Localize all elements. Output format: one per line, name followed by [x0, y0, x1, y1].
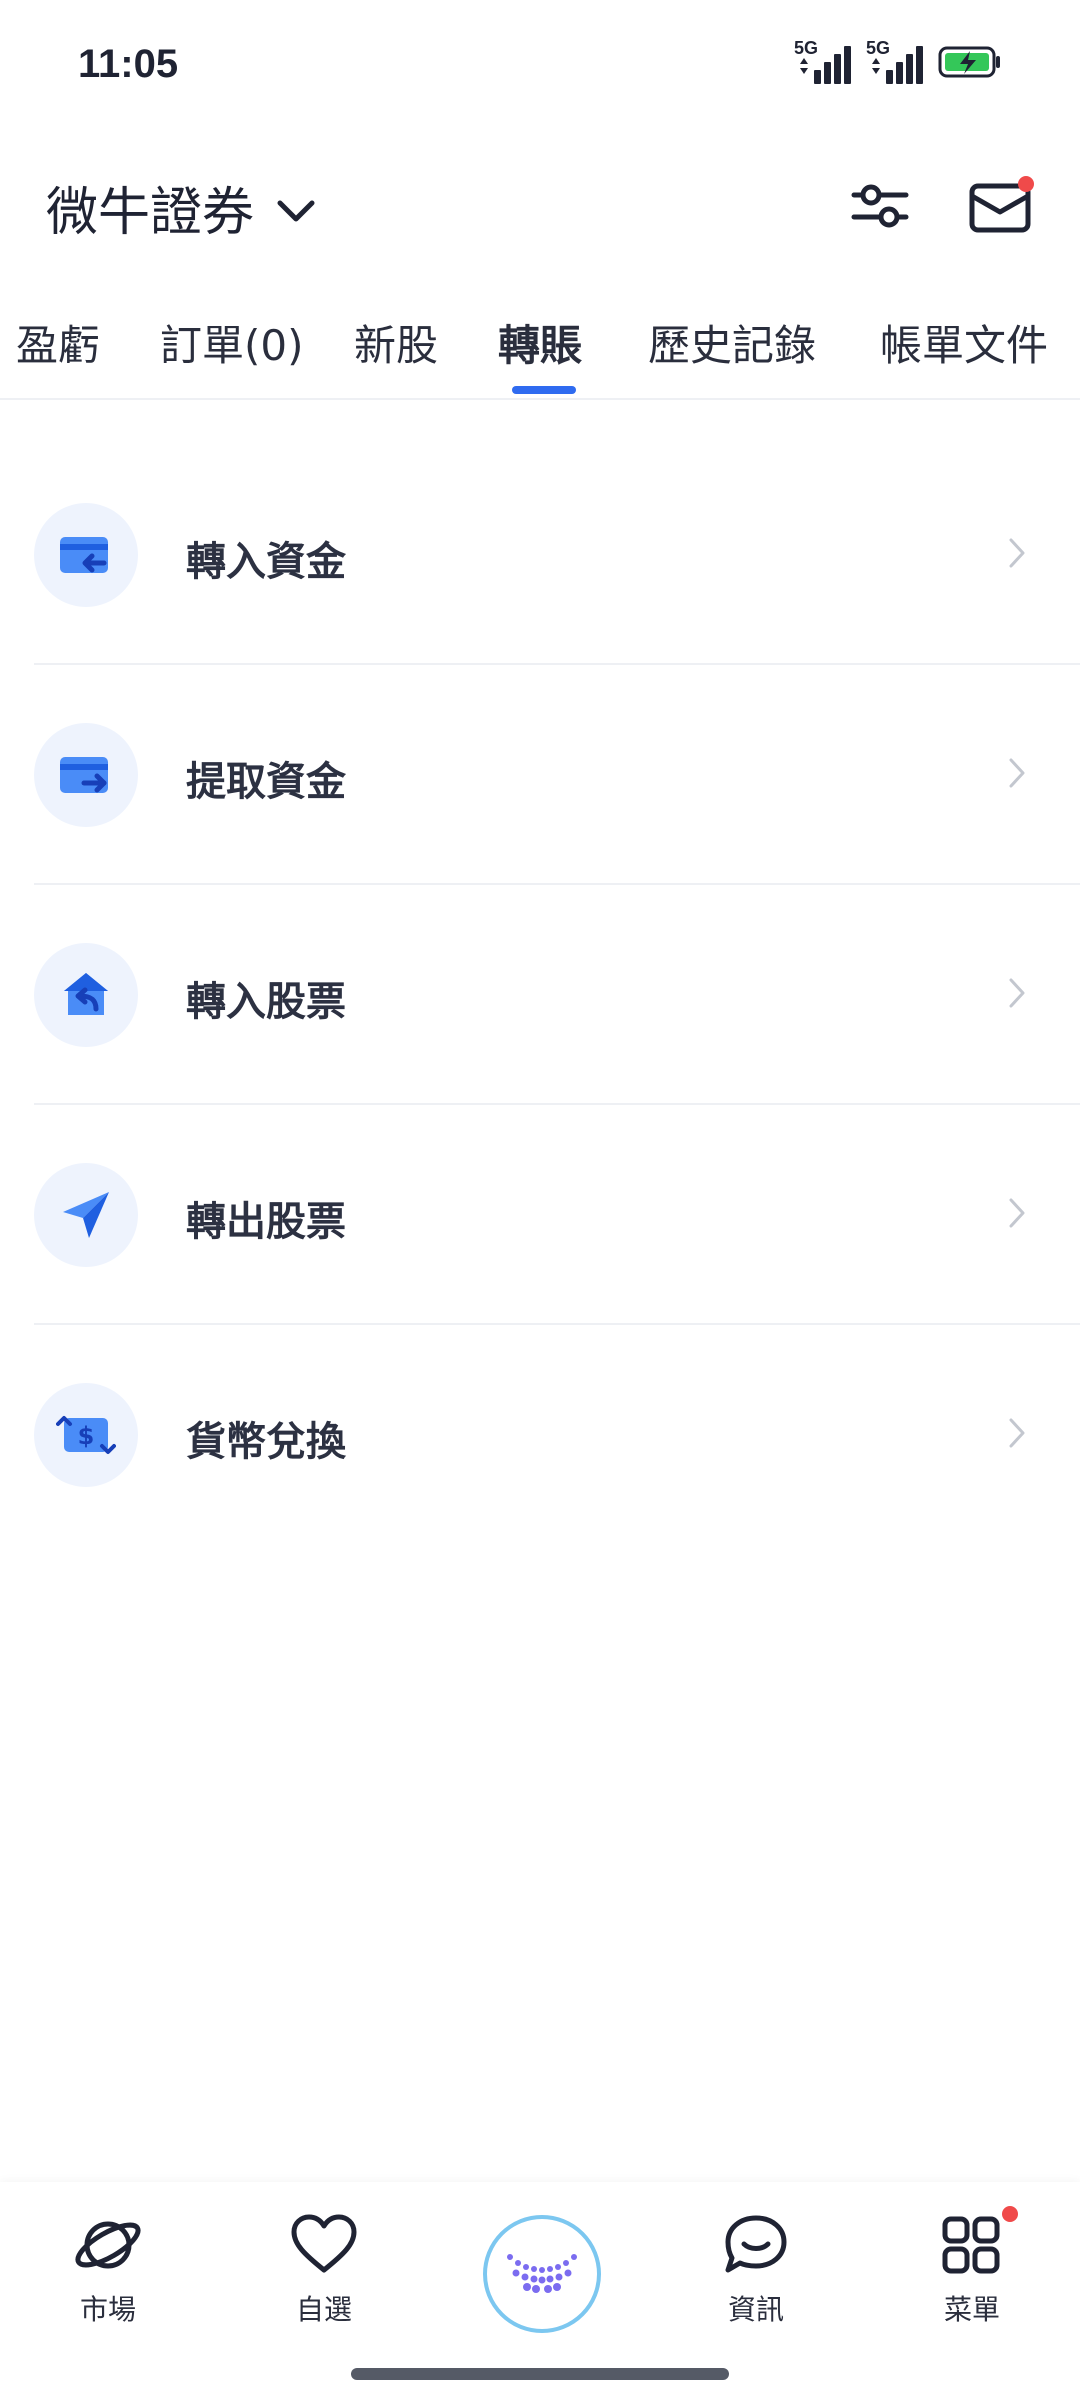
header: 微牛證券 [0, 150, 1080, 260]
card-out-icon [34, 723, 138, 827]
transfer-out-stocks-item[interactable]: 轉出股票 [34, 1105, 1080, 1325]
chevron-right-icon [1008, 757, 1026, 793]
send-icon [34, 1163, 138, 1267]
signal-icon: 5G [794, 38, 856, 86]
chevron-right-icon [1008, 1197, 1026, 1233]
withdraw-funds-item[interactable]: 提取資金 [34, 665, 1080, 885]
chevron-down-icon [276, 178, 316, 238]
home-indicator [351, 2368, 729, 2380]
chat-icon [722, 2214, 790, 2280]
chevron-right-icon [1008, 537, 1026, 573]
chevron-right-icon [1008, 977, 1026, 1013]
menu-label: 提取資金 [186, 759, 346, 805]
tab-profit-loss[interactable]: 盈虧 [16, 312, 100, 373]
grid-icon [940, 2206, 1018, 2280]
assistant-button[interactable] [483, 2215, 601, 2333]
notification-dot [1018, 176, 1034, 192]
chevron-right-icon [1008, 1417, 1026, 1453]
deposit-funds-item[interactable]: 轉入資金 [34, 445, 1080, 665]
planet-icon [72, 2214, 144, 2280]
tab-statements[interactable]: 帳單文件 [880, 312, 1048, 373]
nav-watchlist[interactable]: 自選 [254, 2214, 394, 2328]
status-bar: 11:05 5G 5G [0, 0, 1080, 140]
menu-label: 轉入資金 [186, 539, 346, 585]
menu-label: 轉入股票 [186, 979, 346, 1025]
sliders-icon [851, 181, 909, 235]
transfer-in-stocks-item[interactable]: 轉入股票 [34, 885, 1080, 1105]
card-in-icon [34, 503, 138, 607]
currency-exchange-icon: $ [34, 1383, 138, 1487]
tab-ipo[interactable]: 新股 [354, 312, 438, 373]
filter-settings-button[interactable] [845, 176, 915, 240]
mail-icon [968, 176, 1034, 238]
nav-label: 自選 [295, 2293, 352, 2326]
transfer-menu: 轉入資金 提取資金 轉入股票 轉出股票 $ 貨幣兌換 [34, 445, 1080, 1543]
signal-icon-2: 5G [866, 38, 928, 86]
status-time: 11:05 [78, 42, 179, 86]
tab-transfer[interactable]: 轉賬 [498, 312, 582, 373]
messages-button[interactable] [966, 176, 1036, 240]
tab-history[interactable]: 歷史記錄 [648, 312, 816, 373]
tab-bar: 盈虧 訂單(0) 新股 轉賬 歷史記錄 帳單文件 [0, 298, 1080, 400]
currency-exchange-item[interactable]: $ 貨幣兌換 [34, 1325, 1080, 1543]
notification-dot [1002, 2206, 1018, 2222]
nav-news[interactable]: 資訊 [686, 2214, 826, 2328]
nav-label: 資訊 [727, 2293, 784, 2326]
broker-selector[interactable]: 微牛證券 [46, 170, 316, 245]
tab-indicator [512, 386, 576, 394]
tab-orders[interactable]: 訂單(0) [160, 312, 304, 373]
house-return-icon [34, 943, 138, 1047]
status-icons: 5G 5G [794, 38, 1002, 86]
heart-icon [290, 2214, 358, 2280]
battery-icon [938, 45, 1002, 83]
nav-label: 菜單 [943, 2293, 1000, 2326]
nav-label: 市場 [79, 2293, 136, 2326]
assistant-icon [502, 2247, 582, 2301]
menu-label: 貨幣兌換 [186, 1419, 346, 1465]
menu-label: 轉出股票 [186, 1199, 346, 1245]
broker-name: 微牛證券 [46, 183, 255, 243]
nav-market[interactable]: 市場 [38, 2214, 178, 2328]
svg-text:$: $ [78, 1422, 95, 1450]
nav-menu[interactable]: 菜單 [902, 2206, 1042, 2328]
